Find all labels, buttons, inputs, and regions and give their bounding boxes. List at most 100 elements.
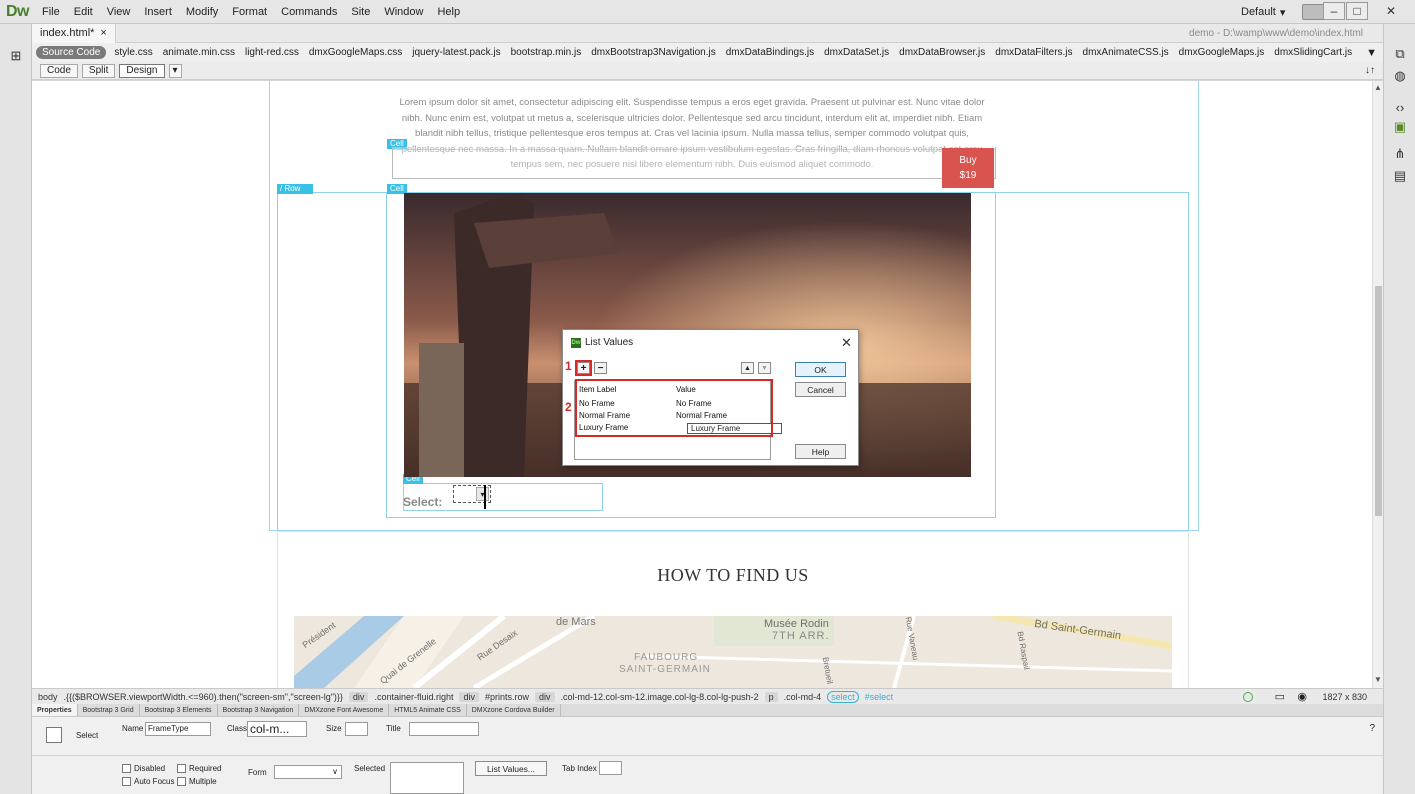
menu-site[interactable]: Site: [344, 6, 377, 18]
viewport-size[interactable]: 1827 x 830: [1322, 692, 1367, 702]
related-file[interactable]: bootstrap.min.js: [506, 47, 587, 58]
name-label: Name: [122, 724, 144, 733]
tab-animate-css[interactable]: HTML5 Animate CSS: [389, 704, 467, 716]
related-file[interactable]: dmxDataFilters.js: [990, 47, 1077, 58]
selected-listbox[interactable]: [390, 762, 464, 794]
scroll-down-icon[interactable]: ▼: [1374, 675, 1382, 684]
related-file[interactable]: dmxGoogleMaps.js: [1174, 47, 1270, 58]
tab-bootstrap-grid[interactable]: Bootstrap 3 Grid: [78, 704, 140, 716]
map-label: 7TH ARR.: [772, 630, 830, 642]
split-view-button[interactable]: Split: [81, 63, 116, 78]
close-icon[interactable]: ✕: [1369, 2, 1413, 20]
buy-button[interactable]: Buy $19: [942, 148, 994, 188]
related-file[interactable]: style.css: [109, 47, 157, 58]
tab-bootstrap-elements[interactable]: Bootstrap 3 Elements: [140, 704, 218, 716]
menu-help[interactable]: Help: [430, 6, 467, 18]
dialog-close-icon[interactable]: ✕: [841, 335, 852, 351]
tab-font-awesome[interactable]: DMXzone Font Awesome: [299, 704, 390, 716]
sort-icon[interactable]: ↓↑: [1365, 65, 1375, 76]
tag-crumb[interactable]: .col-md-12.col-sm-12.image.col-lg-8.col-…: [561, 692, 759, 702]
autofocus-checkbox[interactable]: [122, 777, 131, 786]
related-file[interactable]: animate.min.css: [158, 47, 240, 58]
minimize-icon[interactable]: –: [1323, 2, 1345, 20]
chevron-down-icon: ∨: [332, 767, 338, 776]
tag-crumb[interactable]: body: [38, 692, 58, 702]
help-icon[interactable]: ?: [1369, 723, 1375, 734]
tab-cordova-builder[interactable]: DMXzone Cordova Builder: [467, 704, 561, 716]
close-tab-icon[interactable]: ×: [100, 27, 106, 39]
scrollbar-thumb[interactable]: [1375, 286, 1382, 516]
design-canvas[interactable]: Cell / Row Cell Cell Lorem ipsum dolor s…: [32, 81, 1372, 688]
multiple-checkbox[interactable]: [177, 777, 186, 786]
related-file[interactable]: dmxGoogleMaps.css: [304, 47, 407, 58]
related-file[interactable]: jquery-latest.pack.js: [407, 47, 505, 58]
maximize-icon[interactable]: □: [1346, 2, 1368, 20]
canvas-vertical-scrollbar[interactable]: ▲ ▼: [1372, 81, 1383, 688]
tag-crumb[interactable]: p: [764, 691, 778, 702]
files-panel-icon[interactable]: ⧉: [1391, 46, 1409, 62]
document-tab[interactable]: index.html* ×: [32, 23, 116, 43]
menu-window[interactable]: Window: [377, 6, 430, 18]
cancel-button[interactable]: Cancel: [795, 382, 846, 397]
form-label: Form: [248, 768, 267, 777]
related-file[interactable]: dmxDataBindings.js: [721, 47, 819, 58]
class-dropdown[interactable]: col-m...: [247, 721, 307, 737]
database-icon[interactable]: ◍: [1391, 68, 1409, 84]
tag-crumb[interactable]: div: [459, 691, 479, 702]
related-file[interactable]: light-red.css: [240, 47, 304, 58]
ok-button[interactable]: OK: [795, 362, 846, 377]
form-dropdown[interactable]: ∨: [274, 765, 342, 779]
filter-icon[interactable]: ▼: [1366, 47, 1377, 59]
related-file[interactable]: dmxDataSet.js: [819, 47, 894, 58]
menu-view[interactable]: View: [100, 6, 138, 18]
menu-edit[interactable]: Edit: [67, 6, 100, 18]
scroll-up-icon[interactable]: ▲: [1374, 83, 1382, 92]
row-tag[interactable]: / Row: [277, 184, 313, 194]
code-view-button[interactable]: Code: [40, 63, 78, 78]
multiple-label: Multiple: [189, 777, 217, 786]
live-preview-icon[interactable]: ◉: [1297, 690, 1307, 703]
related-file[interactable]: dmxSlidingCart.js: [1269, 47, 1357, 58]
assets-icon[interactable]: ▣: [1391, 119, 1409, 135]
related-file[interactable]: dmxDataBrowser.js: [894, 47, 990, 58]
tag-crumb[interactable]: .{{($BROWSER.viewportWidth.<=960).then("…: [64, 692, 343, 702]
selected-tag-id[interactable]: #select: [865, 692, 894, 702]
disabled-checkbox[interactable]: [122, 764, 131, 773]
dom-tree-icon[interactable]: ⋔: [1391, 146, 1409, 162]
location-map[interactable]: de Mars Musée Rodin 7TH ARR. FAUBOURG SA…: [294, 616, 1172, 688]
menu-insert[interactable]: Insert: [137, 6, 179, 18]
menu-commands[interactable]: Commands: [274, 6, 344, 18]
remove-item-button[interactable]: −: [594, 362, 607, 374]
related-file[interactable]: dmxAnimateCSS.js: [1078, 47, 1174, 58]
workspace-layout-dropdown[interactable]: Default ▾: [1235, 4, 1291, 20]
tag-crumb[interactable]: .col-md-4: [784, 692, 822, 702]
move-down-button[interactable]: ▼: [758, 362, 771, 374]
insert-panel-icon[interactable]: ⊞: [7, 48, 25, 64]
device-preview-icon[interactable]: ▭: [1275, 690, 1285, 703]
menu-format[interactable]: Format: [225, 6, 274, 18]
move-up-button[interactable]: ▲: [741, 362, 754, 374]
annotation-number-1: 1: [565, 359, 572, 373]
title-field[interactable]: [409, 722, 479, 736]
tab-properties[interactable]: Properties: [32, 704, 78, 716]
code-hint-icon[interactable]: ‹›: [1391, 99, 1409, 115]
selected-tag[interactable]: select: [827, 690, 859, 703]
tag-crumb[interactable]: #prints.row: [485, 692, 529, 702]
help-button[interactable]: Help: [795, 444, 846, 459]
menu-file[interactable]: File: [35, 6, 67, 18]
view-options-dropdown[interactable]: ▾: [168, 63, 182, 78]
source-code-tab[interactable]: Source Code: [36, 46, 107, 59]
tab-index-field[interactable]: [599, 761, 622, 775]
tag-crumb[interactable]: .container-fluid.right: [374, 692, 453, 702]
tab-bootstrap-navigation[interactable]: Bootstrap 3 Navigation: [218, 704, 300, 716]
size-field[interactable]: [345, 722, 368, 736]
related-file[interactable]: dmxBootstrap3Navigation.js: [586, 47, 721, 58]
name-field[interactable]: FrameType: [145, 722, 211, 736]
list-values-button[interactable]: List Values...: [475, 761, 547, 776]
tag-crumb[interactable]: div: [535, 691, 555, 702]
tag-crumb[interactable]: div: [348, 691, 369, 702]
menu-modify[interactable]: Modify: [179, 6, 225, 18]
design-view-button[interactable]: Design: [119, 63, 165, 78]
snippets-icon[interactable]: ▤: [1391, 168, 1409, 184]
required-checkbox[interactable]: [177, 764, 186, 773]
